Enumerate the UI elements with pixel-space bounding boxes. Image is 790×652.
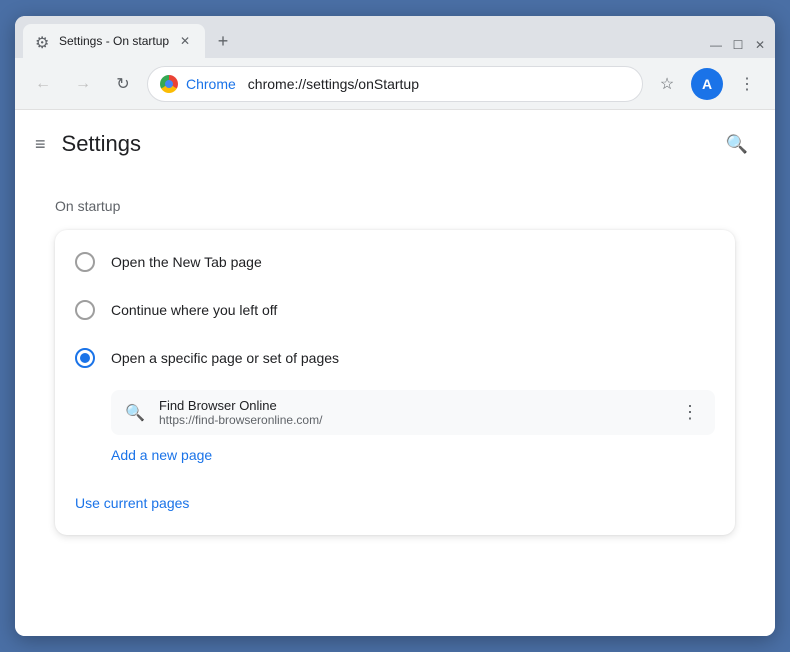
profile-button[interactable]: A [691, 68, 723, 100]
address-url-text: chrome://settings/onStartup [248, 76, 630, 92]
sub-section: 🔍 Find Browser Online https://find-brows… [55, 382, 735, 479]
title-bar: ⚙ Settings - On startup ✕ + — ☐ ✕ [15, 16, 775, 58]
radio-specific-icon [75, 348, 95, 368]
address-bar[interactable]: Chrome chrome://settings/onStartup [147, 66, 643, 102]
option-specific-label: Open a specific page or set of pages [111, 350, 339, 366]
option-continue-label: Continue where you left off [111, 302, 277, 318]
address-brand-label: Chrome [186, 76, 236, 92]
chrome-menu-button[interactable]: ⋮ [731, 68, 763, 100]
minimize-button[interactable]: — [709, 38, 723, 52]
page-entry-more-button[interactable]: ⋮ [675, 399, 703, 427]
search-settings-button[interactable]: 🔍 [719, 126, 755, 162]
active-tab[interactable]: ⚙ Settings - On startup ✕ [23, 24, 205, 58]
section-label: On startup [55, 198, 735, 214]
chrome-logo-icon [160, 75, 178, 93]
tab-title: Settings - On startup [59, 34, 169, 48]
new-tab-button[interactable]: + [209, 27, 237, 55]
page-entry-name: Find Browser Online [159, 398, 663, 413]
use-current-pages-link[interactable]: Use current pages [55, 483, 209, 523]
settings-header: ≡ Settings 🔍 [15, 110, 775, 178]
page-entry-url: https://find-browseronline.com/ [159, 413, 663, 427]
close-button[interactable]: ✕ [753, 38, 767, 52]
hamburger-menu-icon[interactable]: ≡ [35, 134, 46, 155]
option-new-tab-label: Open the New Tab page [111, 254, 262, 270]
tab-favicon-icon: ⚙ [35, 33, 51, 49]
option-new-tab[interactable]: Open the New Tab page [55, 238, 735, 286]
radio-continue-icon [75, 300, 95, 320]
browser-window: ⚙ Settings - On startup ✕ + — ☐ ✕ ← → ↻ … [15, 16, 775, 636]
radio-selected-dot [80, 353, 90, 363]
reload-button[interactable]: ↻ [107, 68, 139, 100]
toolbar: ← → ↻ Chrome chrome://settings/onStartup… [15, 58, 775, 110]
page-entry-icon: 🔍 [123, 401, 147, 425]
tab-close-button[interactable]: ✕ [177, 33, 193, 49]
radio-new-tab-icon [75, 252, 95, 272]
add-new-page-link[interactable]: Add a new page [111, 439, 212, 471]
page-info: Find Browser Online https://find-browser… [159, 398, 663, 427]
bookmark-star-button[interactable]: ☆ [651, 68, 683, 100]
maximize-button[interactable]: ☐ [731, 38, 745, 52]
page-content: ≡ Settings 🔍 RISK.COM On startup Open th… [15, 110, 775, 636]
forward-button[interactable]: → [67, 68, 99, 100]
option-specific[interactable]: Open a specific page or set of pages [55, 334, 735, 382]
back-button[interactable]: ← [27, 68, 59, 100]
startup-options-card: Open the New Tab page Continue where you… [55, 230, 735, 535]
page-body: RISK.COM On startup Open the New Tab pag… [15, 178, 775, 555]
window-controls: — ☐ ✕ [709, 38, 767, 58]
page-title: Settings [62, 131, 142, 157]
page-entry: 🔍 Find Browser Online https://find-brows… [111, 390, 715, 435]
option-continue[interactable]: Continue where you left off [55, 286, 735, 334]
